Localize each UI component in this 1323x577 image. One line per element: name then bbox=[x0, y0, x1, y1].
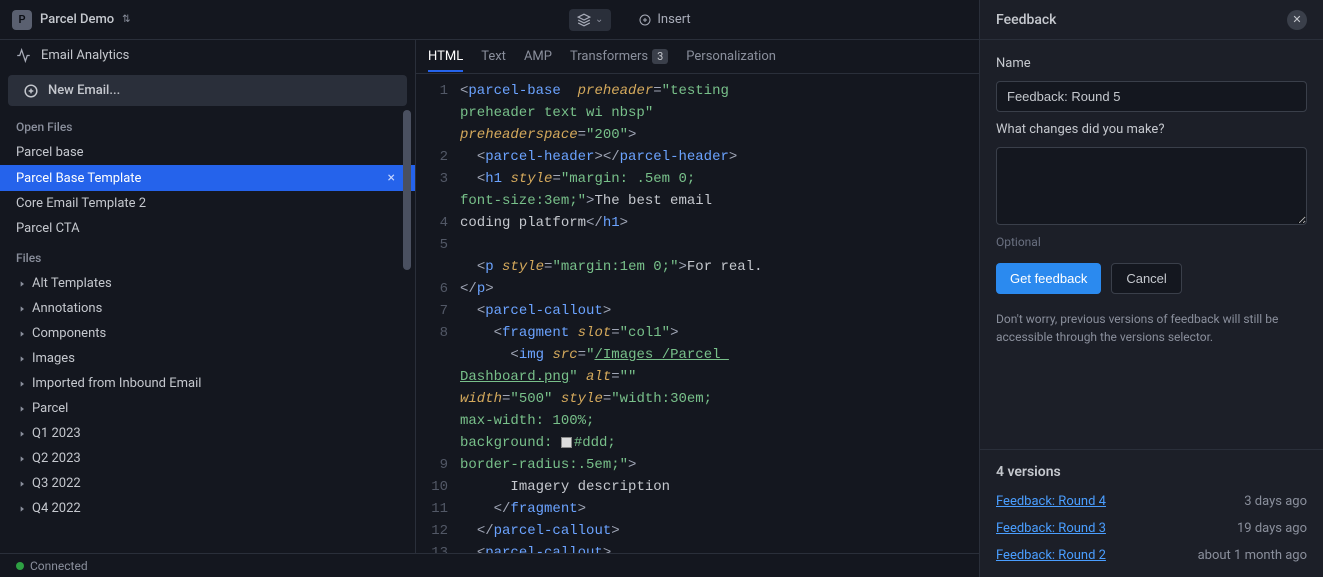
open-file-item[interactable]: Parcel base bbox=[0, 140, 415, 165]
feedback-panel: Feedback ✕ Name What changes did you mak… bbox=[979, 0, 1323, 577]
files-title: Files bbox=[0, 241, 415, 271]
close-icon[interactable]: ✕ bbox=[1287, 10, 1307, 30]
chevron-right-icon bbox=[18, 330, 26, 338]
feedback-title: Feedback bbox=[996, 12, 1056, 28]
chevron-right-icon bbox=[18, 355, 26, 363]
folder-name: Q3 2022 bbox=[32, 476, 81, 491]
versions-title: 4 versions bbox=[996, 464, 1307, 480]
version-time: 19 days ago bbox=[1237, 521, 1307, 536]
open-file-item[interactable]: Core Email Template 2 bbox=[0, 191, 415, 216]
workspace-avatar: P bbox=[12, 10, 32, 30]
chevron-right-icon bbox=[18, 405, 26, 413]
get-feedback-button[interactable]: Get feedback bbox=[996, 263, 1101, 294]
chevron-right-icon bbox=[18, 480, 26, 488]
folder-name: Parcel bbox=[32, 401, 68, 416]
changes-textarea[interactable] bbox=[996, 147, 1307, 225]
version-row: Feedback: Round 3 19 days ago bbox=[996, 515, 1307, 542]
new-email-label: New Email... bbox=[48, 83, 120, 98]
tab-text[interactable]: Text bbox=[481, 41, 506, 72]
changes-label: What changes did you make? bbox=[996, 122, 1307, 137]
tab-label: Transformers bbox=[570, 49, 648, 64]
sidebar-item-label: Email Analytics bbox=[41, 48, 129, 63]
status-dot-icon bbox=[16, 562, 24, 570]
file-name: Parcel CTA bbox=[16, 221, 80, 236]
folder-item[interactable]: Components bbox=[0, 321, 415, 346]
tab-transformers[interactable]: Transformers 3 bbox=[570, 41, 668, 72]
folder-name: Components bbox=[32, 326, 106, 341]
folder-name: Annotations bbox=[32, 301, 102, 316]
version-row: Feedback: Round 4 3 days ago bbox=[996, 488, 1307, 515]
feedback-note: Don't worry, previous versions of feedba… bbox=[996, 310, 1307, 346]
chevron-right-icon bbox=[18, 430, 26, 438]
folder-item[interactable]: Imported from Inbound Email bbox=[0, 371, 415, 396]
tab-amp[interactable]: AMP bbox=[524, 41, 552, 72]
versions-section: 4 versions Feedback: Round 43 days agoFe… bbox=[980, 449, 1323, 577]
folder-name: Imported from Inbound Email bbox=[32, 376, 201, 391]
insert-label: Insert bbox=[657, 12, 690, 27]
open-files-title: Open Files bbox=[0, 110, 415, 140]
chevron-down-icon: ⌄ bbox=[595, 14, 603, 25]
workspace-switcher[interactable]: P Parcel Demo ⇅ bbox=[12, 10, 131, 30]
new-email-button[interactable]: New Email... bbox=[8, 75, 407, 106]
file-name: Parcel base bbox=[16, 145, 84, 160]
folder-item[interactable]: Q4 2022 bbox=[0, 496, 415, 521]
version-time: 3 days ago bbox=[1244, 494, 1307, 509]
folder-item[interactable]: Alt Templates bbox=[0, 271, 415, 296]
layers-dropdown[interactable]: ⌄ bbox=[569, 9, 611, 31]
folder-item[interactable]: Parcel bbox=[0, 396, 415, 421]
folder-name: Q1 2023 bbox=[32, 426, 81, 441]
close-icon[interactable]: × bbox=[384, 170, 399, 186]
version-link[interactable]: Feedback: Round 2 bbox=[996, 548, 1106, 563]
folder-name: Images bbox=[32, 351, 75, 366]
name-input[interactable] bbox=[996, 81, 1307, 112]
chevron-right-icon bbox=[18, 305, 26, 313]
file-name: Core Email Template 2 bbox=[16, 196, 146, 211]
cancel-button[interactable]: Cancel bbox=[1111, 263, 1181, 294]
chevron-right-icon bbox=[18, 455, 26, 463]
folder-item[interactable]: Q3 2022 bbox=[0, 471, 415, 496]
status-connected: Connected bbox=[16, 559, 88, 573]
folder-item[interactable]: Q1 2023 bbox=[0, 421, 415, 446]
folder-item[interactable]: Annotations bbox=[0, 296, 415, 321]
name-label: Name bbox=[996, 56, 1307, 71]
folder-item[interactable]: Images bbox=[0, 346, 415, 371]
folder-name: Q4 2022 bbox=[32, 501, 81, 516]
version-link[interactable]: Feedback: Round 4 bbox=[996, 494, 1106, 509]
open-file-item[interactable]: Parcel CTA bbox=[0, 216, 415, 241]
chevron-updown-icon: ⇅ bbox=[122, 14, 130, 25]
folder-name: Alt Templates bbox=[32, 276, 112, 291]
optional-hint: Optional bbox=[996, 235, 1307, 249]
folder-item[interactable]: Q2 2023 bbox=[0, 446, 415, 471]
connected-label: Connected bbox=[30, 559, 88, 573]
line-gutter: 1 23 45 678 910111213 bbox=[416, 74, 456, 553]
version-link[interactable]: Feedback: Round 3 bbox=[996, 521, 1106, 536]
chevron-right-icon bbox=[18, 280, 26, 288]
open-file-item-active[interactable]: Parcel Base Template × bbox=[0, 165, 415, 191]
chevron-right-icon bbox=[18, 505, 26, 513]
version-row: Feedback: Round 2 about 1 month ago bbox=[996, 542, 1307, 569]
scrollbar-thumb[interactable] bbox=[403, 110, 411, 270]
tab-html[interactable]: HTML bbox=[428, 41, 463, 72]
insert-button[interactable]: Insert bbox=[631, 8, 698, 31]
version-time: about 1 month ago bbox=[1198, 548, 1307, 563]
file-name: Parcel Base Template bbox=[16, 171, 141, 186]
feedback-header: Feedback ✕ bbox=[980, 0, 1323, 40]
chevron-right-icon bbox=[18, 380, 26, 388]
tab-badge: 3 bbox=[652, 49, 668, 64]
tab-personalization[interactable]: Personalization bbox=[686, 41, 776, 72]
sidebar-item-analytics[interactable]: Email Analytics bbox=[0, 40, 415, 71]
sidebar: Email Analytics New Email... Open Files … bbox=[0, 40, 416, 553]
workspace-name: Parcel Demo bbox=[40, 12, 114, 27]
folder-name: Q2 2023 bbox=[32, 451, 81, 466]
